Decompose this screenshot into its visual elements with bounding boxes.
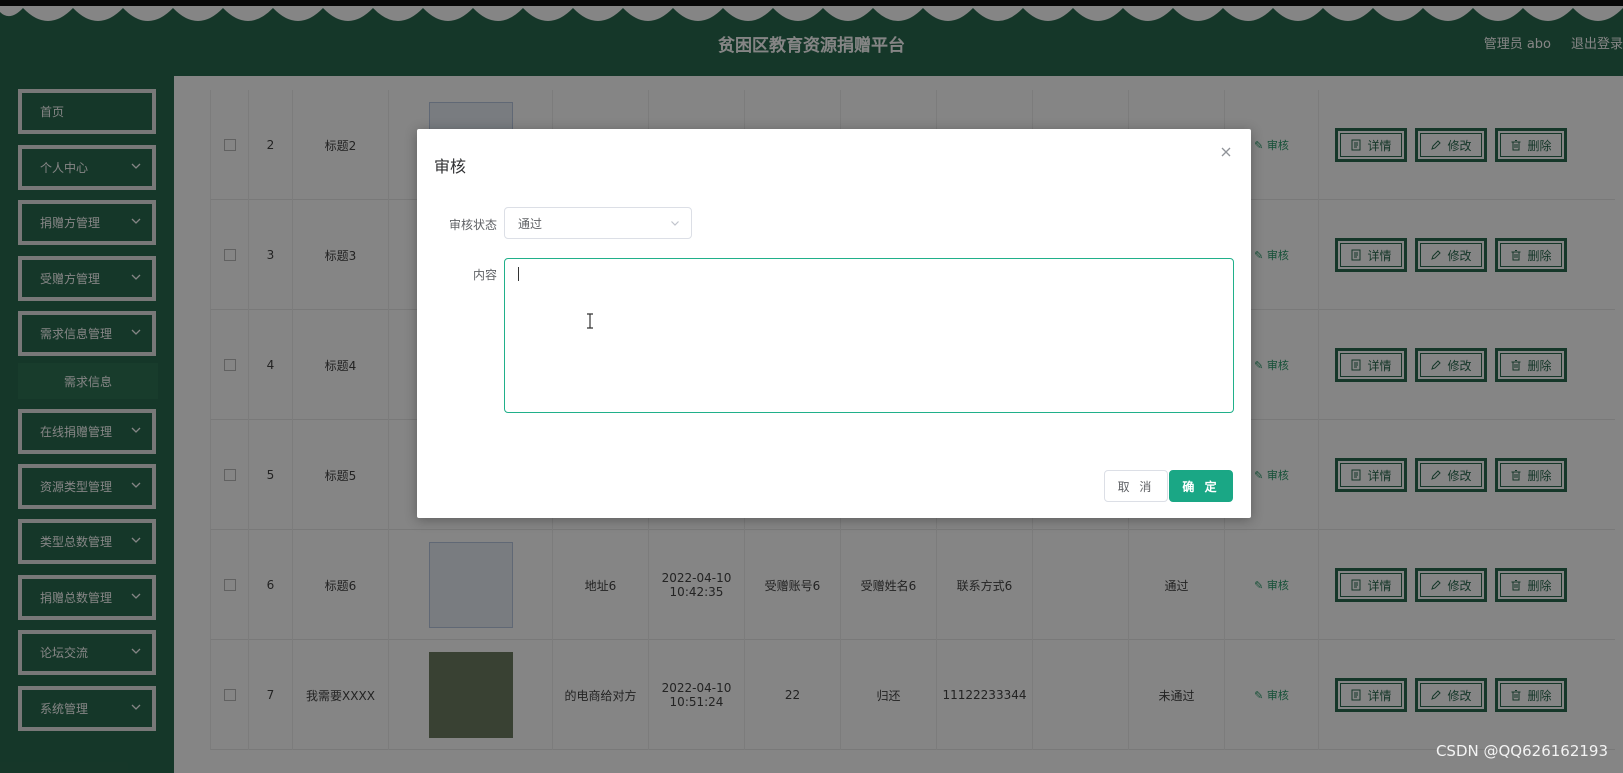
- status-label: 审核状态: [448, 218, 497, 232]
- content-label: 内容: [472, 268, 497, 282]
- cancel-button[interactable]: 取 消: [1104, 470, 1168, 502]
- text-caret: [518, 267, 519, 281]
- content-textarea[interactable]: [504, 258, 1234, 413]
- watermark: CSDN @QQ626162193: [1435, 742, 1608, 760]
- dialog-title: 审核: [434, 157, 467, 176]
- audit-dialog: 审核 审核状态 通过 内容 取 消 确 定: [417, 129, 1251, 518]
- status-select-value: 通过: [518, 216, 543, 231]
- chevron-down-icon: [671, 221, 679, 226]
- confirm-button[interactable]: 确 定: [1169, 470, 1233, 502]
- status-select[interactable]: 通过: [504, 207, 692, 239]
- text-cursor-icon: [587, 313, 593, 329]
- close-icon[interactable]: [1219, 145, 1233, 159]
